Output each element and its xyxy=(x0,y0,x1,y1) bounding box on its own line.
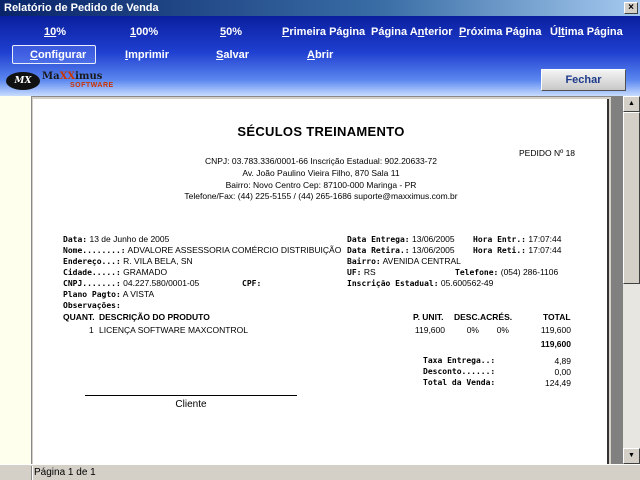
col-header-unit-price: P. UNIT. xyxy=(413,312,444,322)
field-city: Cidade.....: GRAMADO xyxy=(63,267,168,277)
field-observations: Observações: xyxy=(63,301,121,310)
open-button[interactable]: Abrir xyxy=(307,49,333,61)
page-indicator: Página 1 de 1 xyxy=(34,467,96,478)
window-title: Relatório de Pedido de Venda xyxy=(4,2,159,14)
delivery-fee-label: Taxa Entrega..: xyxy=(423,356,496,365)
logo-name: MaXXimus xyxy=(42,71,103,82)
last-page-button[interactable]: Última Página xyxy=(550,26,623,38)
zoom-50-button[interactable]: 50% xyxy=(220,26,242,38)
logo-mark: MX xyxy=(6,72,40,90)
field-state: UF: RS xyxy=(347,267,376,277)
company-address-line: Av. João Paulino Vieira Filho, 870 Sala … xyxy=(242,168,400,178)
previous-page-button[interactable]: Página Anterior xyxy=(371,26,453,38)
item-total: 119,600 xyxy=(540,325,571,335)
company-contact-line: Telefone/Fax: (44) 225-5155 / (44) 265-1… xyxy=(184,191,458,201)
field-name: Nome........: ADVALORE ASSESSORIA COMÉRC… xyxy=(63,245,342,255)
col-header-surcharge: ACRÉS. xyxy=(480,312,513,322)
field-pickup-date: Data Retira.: 13/06/2005 xyxy=(347,245,455,255)
scroll-up-arrow-icon[interactable]: ▲ xyxy=(623,96,640,112)
field-payment-plan: Plano Pagto: A VISTA xyxy=(63,289,155,299)
maxximus-logo: MX MaXXimus SOFTWARE xyxy=(6,70,118,92)
scroll-down-arrow-icon[interactable]: ▼ xyxy=(623,448,640,464)
field-pickup-time: Hora Reti.: 17:07:44 xyxy=(473,245,562,255)
sale-total-label: Total da Venda: xyxy=(423,378,496,387)
discount-label: Desconto......: xyxy=(423,367,496,376)
col-header-quantity: QUANT. xyxy=(63,312,95,322)
toolbar: 10% 100% 50% Primeira Página Página Ante… xyxy=(0,16,640,96)
field-cpf-label: CPF: xyxy=(242,279,262,288)
field-delivery-time: Hora Entr.: 17:07:44 xyxy=(473,234,562,244)
item-qty: 1 xyxy=(89,325,94,335)
col-header-total: TOTAL xyxy=(543,312,571,322)
company-district-line: Bairro: Novo Centro Cep: 87100-000 Marin… xyxy=(225,180,417,190)
close-report-button[interactable]: Fechar xyxy=(541,69,626,91)
field-phone: Telefone: (054) 286-1106 xyxy=(455,267,559,277)
company-cnpj-line: CNPJ: 03.783.336/0001-66 Inscrição Estad… xyxy=(204,156,438,166)
discount-value: 0,00 xyxy=(554,367,571,377)
configure-button[interactable]: Configurar xyxy=(30,49,86,61)
signature-label: Cliente xyxy=(175,399,207,410)
col-header-discount: DESC. xyxy=(454,312,480,322)
status-bar: Página 1 de 1 xyxy=(0,464,640,480)
save-button[interactable]: Salvar xyxy=(216,49,249,61)
field-neighborhood: Bairro: AVENIDA CENTRAL xyxy=(347,256,461,266)
delivery-fee-value: 4,89 xyxy=(554,356,571,366)
item-surcharge: 0% xyxy=(496,325,509,335)
window-title-bar: Relatório de Pedido de Venda × xyxy=(0,0,640,16)
item-description: LICENÇA SOFTWARE MAXCONTROL xyxy=(99,325,248,335)
scrollbar-thumb[interactable] xyxy=(623,112,640,284)
left-margin-strip xyxy=(0,96,32,464)
signature-line xyxy=(85,395,297,396)
zoom-10-button[interactable]: 10% xyxy=(44,26,66,38)
field-delivery-date: Data Entrega: 13/06/2005 xyxy=(347,234,455,244)
item-discount: 0% xyxy=(466,325,479,335)
sale-total-value: 124,49 xyxy=(545,378,571,388)
subtotal: 119,600 xyxy=(540,339,571,349)
next-page-button[interactable]: Próxima Página xyxy=(459,26,542,38)
close-window-button[interactable]: × xyxy=(624,2,638,14)
field-date: Data: 13 de Junho de 2005 xyxy=(63,234,170,244)
item-unit-price: 119,600 xyxy=(414,325,445,335)
logo-software-text: SOFTWARE xyxy=(70,82,114,89)
field-address: Endereço...: R. VILA BELA, SN xyxy=(63,256,193,266)
col-header-description: DESCRIÇÃO DO PRODUTO xyxy=(99,312,210,322)
report-page: SÉCULOS TREINAMENTO PEDIDO Nº 18 CNPJ: 0… xyxy=(33,99,609,464)
status-separator xyxy=(31,466,33,480)
field-state-registration: Inscrição Estadual: 05.600562-49 xyxy=(347,278,494,288)
zoom-100-button[interactable]: 100% xyxy=(130,26,158,38)
first-page-button[interactable]: Primeira Página xyxy=(282,26,365,38)
field-cnpj: CNPJ.......: 04.227.580/0001-05 xyxy=(63,278,200,288)
print-button[interactable]: Imprimir xyxy=(125,49,169,61)
preview-background xyxy=(611,96,623,464)
vertical-scrollbar[interactable]: ▲ ▼ xyxy=(623,96,640,464)
company-name: SÉCULOS TREINAMENTO xyxy=(237,124,405,139)
